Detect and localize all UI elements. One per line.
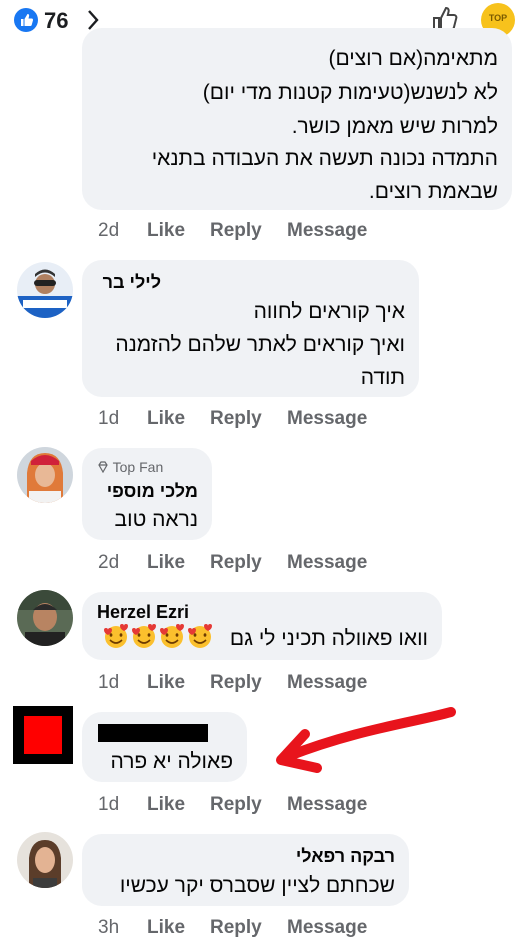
timestamp[interactable]: 1d (98, 672, 119, 694)
message-action[interactable]: Message (287, 794, 367, 816)
comment-line: מתאימה(אם רוצים) (328, 47, 498, 70)
timestamp[interactable]: 2d (98, 220, 119, 242)
avatar[interactable] (17, 262, 73, 318)
comment-line: שכחתם לציין שסברס יקר עכשיו (119, 874, 395, 897)
like-action[interactable]: Like (147, 220, 185, 242)
comment-actions: 2d Like Reply Message (98, 220, 398, 244)
comment-actions: 1d Like Reply Message (98, 408, 398, 432)
comment-bubble: פאולה יא פרה (82, 712, 247, 782)
comment-line: למרות שיש מאמן כושר. (291, 115, 498, 138)
message-action[interactable]: Message (287, 672, 367, 694)
comment-bubble: לילי בר איך קוראים לחווה ואיך קוראים לאת… (82, 260, 419, 397)
red-arrow-annotation (276, 707, 456, 773)
message-action[interactable]: Message (287, 408, 367, 430)
avatar[interactable] (17, 832, 73, 888)
smiling-face-with-hearts-emoji-icon (132, 624, 156, 648)
comment-actions: 1d Like Reply Message (98, 672, 398, 696)
reply-action[interactable]: Reply (210, 220, 262, 242)
commenter-name[interactable]: רבקה רפאלי (296, 846, 395, 867)
comment-line: לא לנשנש(טעימות קטנות מדי יום) (202, 81, 498, 104)
message-action[interactable]: Message (287, 552, 367, 574)
timestamp[interactable]: 2d (98, 552, 119, 574)
reply-action[interactable]: Reply (210, 917, 262, 939)
like-action[interactable]: Like (147, 552, 185, 574)
comment-line: פאולה יא פרה (110, 750, 233, 773)
comment-line: איך קוראים לחווה (253, 300, 405, 323)
commenter-name[interactable]: לילי בר (103, 272, 161, 293)
comment-line: התמדה נכונה תעשה את העבודה בתנאי (151, 147, 498, 170)
reply-action[interactable]: Reply (210, 672, 262, 694)
comment-actions: 1d Like Reply Message (98, 794, 398, 818)
reply-action[interactable]: Reply (210, 794, 262, 816)
smiling-face-with-hearts-emoji-icon (104, 624, 128, 648)
reply-action[interactable]: Reply (210, 408, 262, 430)
comment-bubble: מתאימה(אם רוצים) לא לנשנש(טעימות קטנות מ… (82, 28, 512, 210)
avatar[interactable] (17, 590, 73, 646)
timestamp[interactable]: 3h (98, 917, 119, 939)
like-action[interactable]: Like (147, 917, 185, 939)
comment-bubble: Herzel Ezri וואו פאוולה תכיני לי גם (82, 592, 442, 660)
timestamp[interactable]: 1d (98, 408, 119, 430)
comment-line: ואיך קוראים לאתר שלהם להזמנה (115, 333, 405, 356)
comment-line: תודה (360, 366, 405, 389)
page-logo-text: TOP (488, 13, 508, 23)
comment-line: נראה טוב (114, 508, 198, 531)
reaction-count[interactable]: 76 (44, 8, 68, 34)
comment-line: שבאמת רוצים. (368, 180, 498, 203)
redaction-block (24, 716, 62, 754)
comment-bubble: רבקה רפאלי שכחתם לציין שסברס יקר עכשיו (82, 834, 409, 906)
top-fan-badge: Top Fan (97, 459, 163, 475)
redacted-avatar (13, 706, 73, 764)
comment-text: וואו פאוולה תכיני לי גם (229, 627, 428, 650)
like-action[interactable]: Like (147, 408, 185, 430)
commenter-name[interactable]: מלכי מוספי (107, 481, 198, 502)
message-action[interactable]: Message (287, 917, 367, 939)
timestamp[interactable]: 1d (98, 794, 119, 816)
like-reaction-icon[interactable] (14, 8, 38, 32)
reply-action[interactable]: Reply (210, 552, 262, 574)
like-action[interactable]: Like (147, 794, 185, 816)
diamond-icon (98, 461, 108, 474)
redacted-name-bar (98, 724, 208, 742)
comment-bubble: Top Fan מלכי מוספי נראה טוב (82, 448, 212, 540)
comment-actions: 2d Like Reply Message (98, 552, 398, 576)
smiling-face-with-hearts-emoji-icon (188, 624, 212, 648)
commenter-name[interactable]: Herzel Ezri (97, 602, 189, 623)
smiling-face-with-hearts-emoji-icon (160, 624, 184, 648)
top-fan-label: Top Fan (112, 459, 164, 475)
comment-actions: 3h Like Reply Message (98, 917, 398, 941)
message-action[interactable]: Message (287, 220, 367, 242)
avatar[interactable] (17, 447, 73, 503)
like-action[interactable]: Like (147, 672, 185, 694)
